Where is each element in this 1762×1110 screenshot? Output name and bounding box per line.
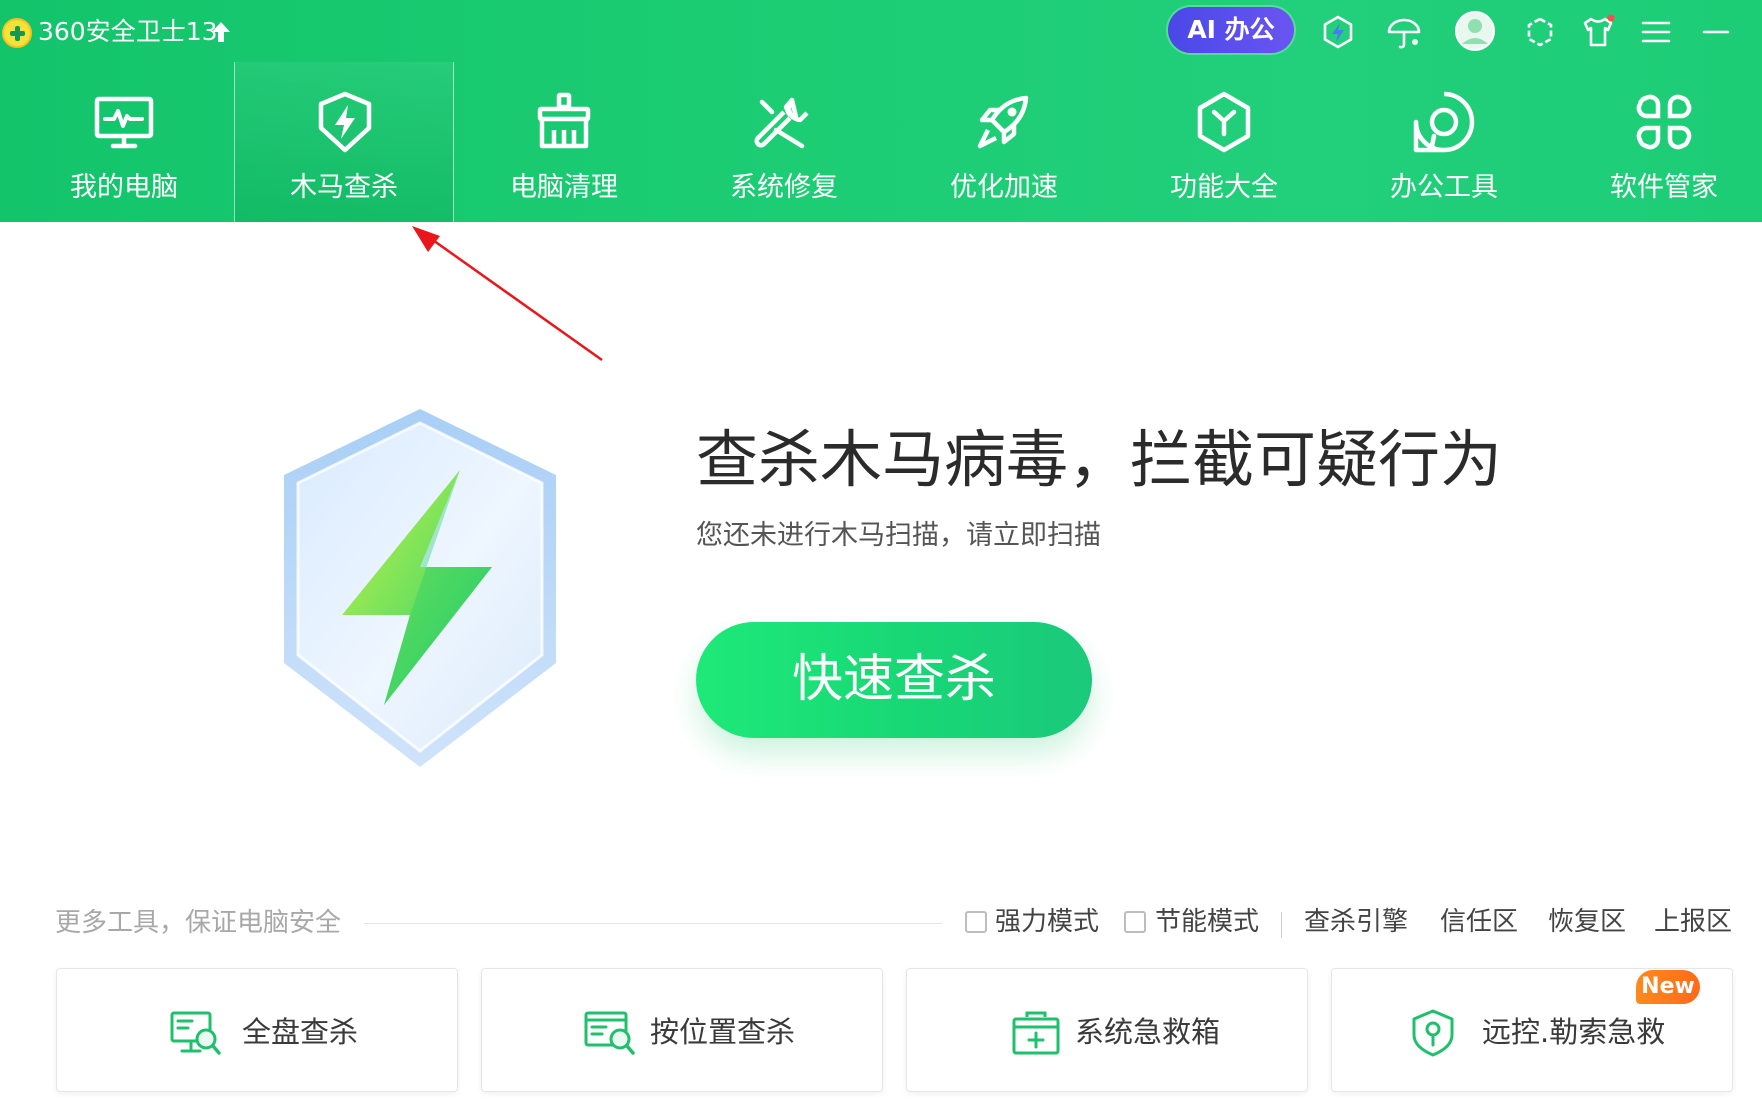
nav-item-my-computer[interactable]: 我的电脑 xyxy=(14,62,234,222)
title-bar: 360安全卫士13 AI 办公 xyxy=(0,0,1762,62)
main-window: 360安全卫士13 AI 办公 我的电脑 木马查杀 电脑清理 系统修复 优化加速… xyxy=(0,0,1762,1110)
broom-icon xyxy=(537,92,591,149)
lightning-badge-icon[interactable] xyxy=(1318,12,1358,52)
first-aid-kit-icon xyxy=(1012,1011,1060,1055)
section-divider xyxy=(364,923,942,924)
nav-item-all-features[interactable]: 功能大全 xyxy=(1114,62,1334,222)
hero-headline: 查杀木马病毒，拦截可疑行为 xyxy=(696,423,1503,496)
power-saving-mode-checkbox[interactable] xyxy=(1124,911,1146,933)
scan-engine-link[interactable]: 查杀引擎 xyxy=(1304,905,1408,939)
strong-mode-label[interactable]: 强力模式 xyxy=(995,905,1099,939)
first-aid-kit-card[interactable]: 系统急救箱 xyxy=(906,968,1308,1092)
quick-scan-button[interactable]: 快速查杀 xyxy=(696,622,1092,738)
tshirt-icon[interactable] xyxy=(1578,12,1618,52)
nav-item-label: 办公工具 xyxy=(1390,172,1498,203)
nav-item-label: 木马查杀 xyxy=(290,172,398,203)
trust-zone-link[interactable]: 信任区 xyxy=(1440,905,1518,939)
main-nav: 我的电脑 木马查杀 电脑清理 系统修复 优化加速 功能大全 办公工具 软件管家 xyxy=(0,62,1762,222)
nav-item-label: 电脑清理 xyxy=(510,172,618,203)
app-logo-icon xyxy=(2,18,32,48)
cube-icon xyxy=(1197,91,1251,153)
report-zone-link[interactable]: 上报区 xyxy=(1654,905,1732,939)
rocket-icon xyxy=(977,95,1029,149)
nav-item-label: 优化加速 xyxy=(950,172,1058,203)
card-label: 系统急救箱 xyxy=(1075,1015,1221,1049)
nav-item-cleanup[interactable]: 电脑清理 xyxy=(454,62,674,222)
nav-item-label: 我的电脑 xyxy=(70,172,178,203)
card-label: 按位置查杀 xyxy=(650,1015,796,1049)
office-icon xyxy=(1413,91,1475,153)
nav-item-label: 软件管家 xyxy=(1610,172,1718,203)
location-scan-icon xyxy=(584,1011,635,1055)
strong-mode-checkbox[interactable] xyxy=(965,911,987,933)
nav-item-office-tools[interactable]: 办公工具 xyxy=(1334,62,1554,222)
upgrade-arrow-icon[interactable] xyxy=(210,20,232,44)
avatar[interactable] xyxy=(1454,10,1496,52)
lock-shield-icon xyxy=(1412,1009,1454,1057)
lightning-shield-icon xyxy=(318,91,372,153)
app-title: 360安全卫士13 xyxy=(38,17,218,46)
nav-item-system-repair[interactable]: 系统修复 xyxy=(674,62,894,222)
app-grid-icon xyxy=(1636,94,1692,150)
new-badge: New xyxy=(1636,970,1700,1004)
nav-item-trojan-scan[interactable]: 木马查杀 xyxy=(234,62,454,222)
full-scan-card[interactable]: 全盘查杀 xyxy=(56,968,458,1092)
trojan-shield-illustration xyxy=(284,409,556,767)
power-saving-mode-label[interactable]: 节能模式 xyxy=(1155,905,1259,939)
monitor-icon xyxy=(94,96,154,149)
recovery-zone-link[interactable]: 恢复区 xyxy=(1548,905,1626,939)
ai-office-button[interactable]: AI 办公 xyxy=(1168,7,1294,53)
full-scan-icon xyxy=(170,1011,221,1055)
card-label: 全盘查杀 xyxy=(242,1015,359,1049)
header-bar: 360安全卫士13 AI 办公 我的电脑 木马查杀 电脑清理 系统修复 优化加速… xyxy=(0,0,1762,222)
card-label: 远控.勒索急救 xyxy=(1482,1015,1666,1049)
minimize-icon[interactable] xyxy=(1696,12,1736,52)
skin-icon[interactable] xyxy=(1520,12,1560,52)
menu-icon[interactable] xyxy=(1636,12,1676,52)
nav-item-label: 系统修复 xyxy=(730,172,838,203)
nav-item-speed-up[interactable]: 优化加速 xyxy=(894,62,1114,222)
umbrella-icon[interactable] xyxy=(1384,12,1424,52)
location-scan-card[interactable]: 按位置查杀 xyxy=(481,968,883,1092)
vertical-divider xyxy=(1281,912,1282,938)
nav-item-label: 功能大全 xyxy=(1170,172,1278,203)
hero-subline: 您还未进行木马扫描，请立即扫描 xyxy=(696,520,1101,551)
wrench-icon xyxy=(754,97,809,149)
nav-item-software-manager[interactable]: 软件管家 xyxy=(1554,62,1762,222)
tools-section-title: 更多工具，保证电脑安全 xyxy=(55,908,342,938)
